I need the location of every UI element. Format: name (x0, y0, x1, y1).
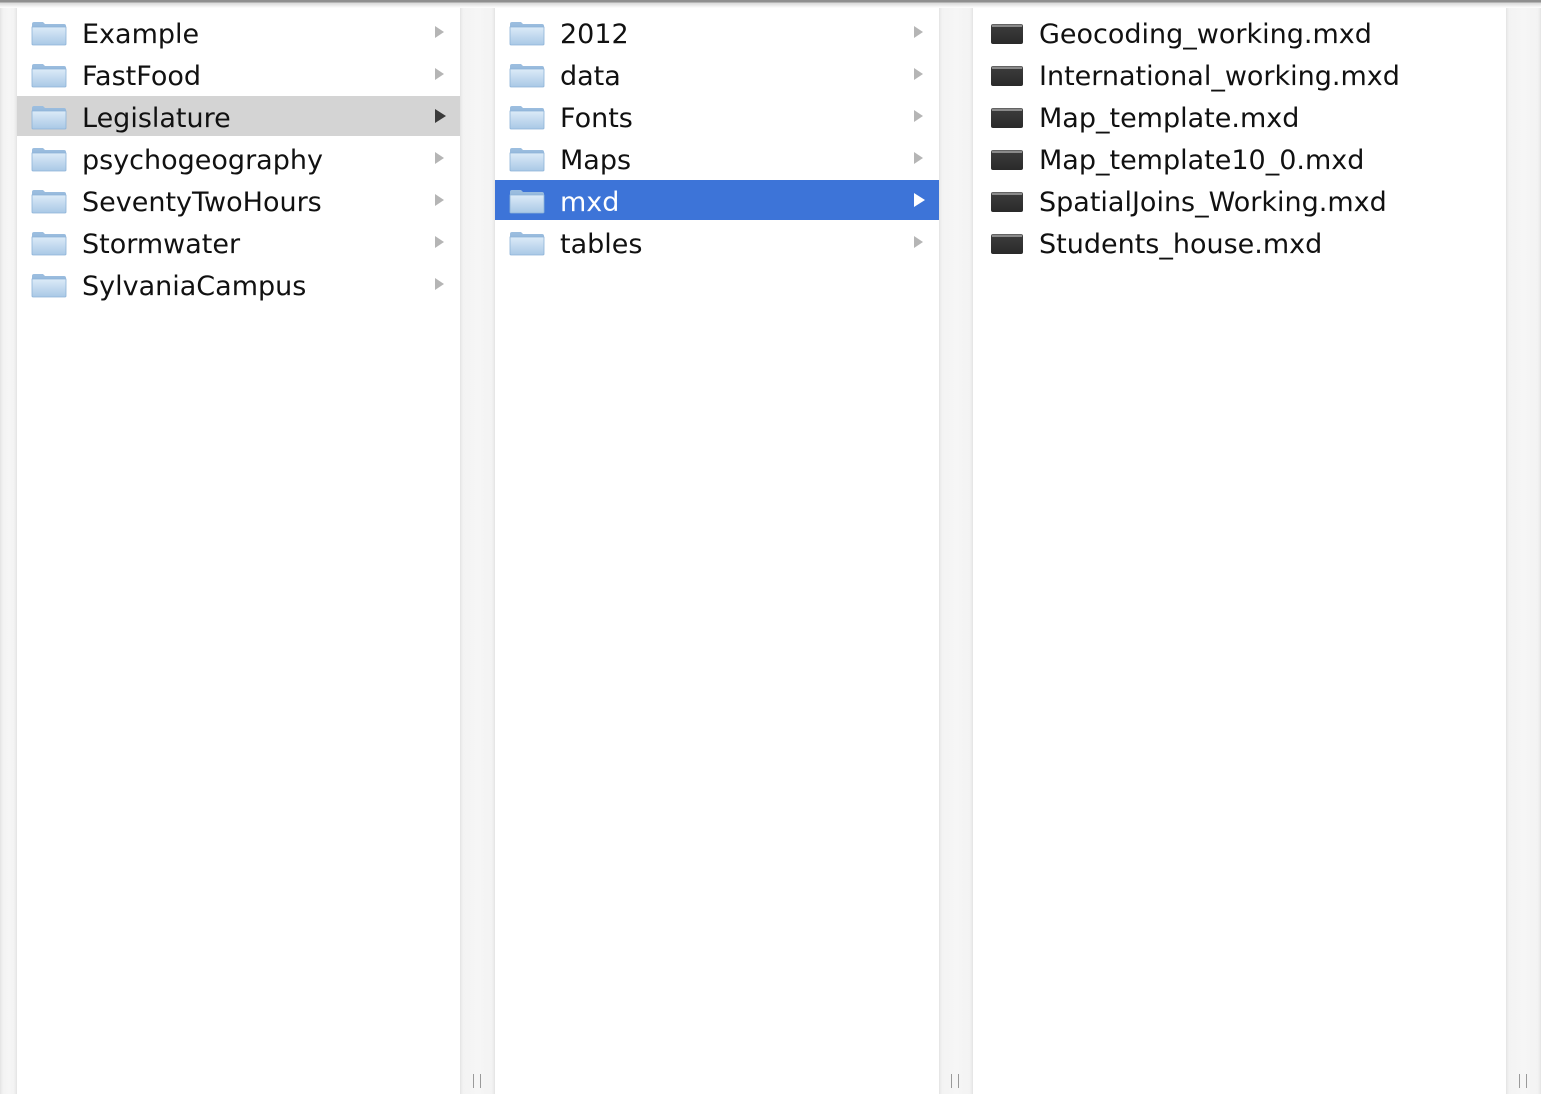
column-divider-3[interactable] (1506, 8, 1541, 1094)
folder-label: SeventyTwoHours (82, 187, 322, 218)
folder-label: data (560, 61, 621, 92)
folder-label: Maps (560, 145, 632, 176)
file-row-geocoding-working[interactable]: Geocoding_working.mxd (973, 12, 1506, 52)
folder-label: mxd (560, 187, 620, 218)
file-row-international-working[interactable]: International_working.mxd (973, 54, 1506, 94)
folder-label: SylvaniaCampus (82, 271, 307, 302)
folder-label: Fonts (560, 103, 633, 134)
disclosure-arrow-icon (435, 194, 444, 206)
folder-row-fastfood[interactable]: FastFood (17, 54, 460, 94)
disclosure-arrow-icon (435, 68, 444, 80)
folder-label: Example (82, 19, 200, 50)
folder-label: 2012 (560, 19, 629, 50)
folder-icon (31, 106, 67, 130)
column-divider-2[interactable] (939, 8, 973, 1094)
folder-row-tables[interactable]: tables (495, 222, 939, 262)
column-1[interactable]: Example FastFood Legislature psychogeogr… (17, 8, 460, 1094)
folder-icon (31, 22, 67, 46)
column-divider-1[interactable] (460, 8, 495, 1094)
folder-row-maps[interactable]: Maps (495, 138, 939, 178)
folder-row-stormwater[interactable]: Stormwater (17, 222, 460, 262)
column-resize-grip-icon[interactable] (1519, 1074, 1527, 1088)
folder-icon (509, 148, 545, 172)
folder-icon (31, 64, 67, 88)
folder-row-data[interactable]: data (495, 54, 939, 94)
file-label: Map_template.mxd (1039, 103, 1300, 134)
disclosure-arrow-icon (435, 278, 444, 290)
disclosure-arrow-icon (914, 68, 923, 80)
file-label: SpatialJoins_Working.mxd (1039, 187, 1387, 218)
disclosure-arrow-icon (914, 236, 923, 248)
file-row-map-template[interactable]: Map_template.mxd (973, 96, 1506, 136)
folder-icon (509, 106, 545, 130)
disclosure-arrow-icon (914, 193, 925, 207)
window-top-border (0, 0, 1541, 8)
mxd-document-icon (991, 66, 1023, 86)
folder-icon (509, 190, 545, 214)
folder-row-example[interactable]: Example (17, 12, 460, 52)
folder-row-legislature[interactable]: Legislature (17, 96, 460, 136)
disclosure-arrow-icon (914, 152, 923, 164)
folder-icon (509, 64, 545, 88)
disclosure-arrow-icon (435, 236, 444, 248)
disclosure-arrow-icon (914, 26, 923, 38)
folder-row-mxd[interactable]: mxd (495, 180, 939, 220)
mxd-document-icon (991, 150, 1023, 170)
mxd-document-icon (991, 192, 1023, 212)
column-resize-grip-icon[interactable] (473, 1074, 481, 1088)
folder-icon (509, 22, 545, 46)
disclosure-arrow-icon (435, 109, 446, 123)
folder-row-psychogeography[interactable]: psychogeography (17, 138, 460, 178)
mxd-document-icon (991, 24, 1023, 44)
folder-icon (31, 232, 67, 256)
disclosure-arrow-icon (435, 26, 444, 38)
folder-row-2012[interactable]: 2012 (495, 12, 939, 52)
file-row-students-house[interactable]: Students_house.mxd (973, 222, 1506, 262)
folder-row-sylvaniacampus[interactable]: SylvaniaCampus (17, 264, 460, 304)
folder-row-seventytwohours[interactable]: SeventyTwoHours (17, 180, 460, 220)
column-resize-grip-icon[interactable] (951, 1074, 959, 1088)
column-edge-left (0, 8, 17, 1094)
column-3[interactable]: Geocoding_working.mxd International_work… (973, 8, 1506, 1094)
column-browser: Example FastFood Legislature psychogeogr… (0, 0, 1541, 1094)
file-label: Students_house.mxd (1039, 229, 1323, 260)
mxd-document-icon (991, 108, 1023, 128)
file-label: International_working.mxd (1039, 61, 1400, 92)
disclosure-arrow-icon (435, 152, 444, 164)
folder-icon (509, 232, 545, 256)
folder-icon (31, 190, 67, 214)
folder-label: tables (560, 229, 643, 260)
folder-label: psychogeography (82, 145, 323, 176)
folder-icon (31, 148, 67, 172)
mxd-document-icon (991, 234, 1023, 254)
file-row-map-template10-0[interactable]: Map_template10_0.mxd (973, 138, 1506, 178)
disclosure-arrow-icon (914, 110, 923, 122)
folder-label: Legislature (82, 103, 231, 134)
file-label: Geocoding_working.mxd (1039, 19, 1372, 50)
folder-label: FastFood (82, 61, 201, 92)
file-label: Map_template10_0.mxd (1039, 145, 1365, 176)
file-row-spatialjoins-working[interactable]: SpatialJoins_Working.mxd (973, 180, 1506, 220)
folder-row-fonts[interactable]: Fonts (495, 96, 939, 136)
folder-icon (31, 274, 67, 298)
column-2[interactable]: 2012 data Fonts Maps mxd tables (495, 8, 939, 1094)
folder-label: Stormwater (82, 229, 241, 260)
